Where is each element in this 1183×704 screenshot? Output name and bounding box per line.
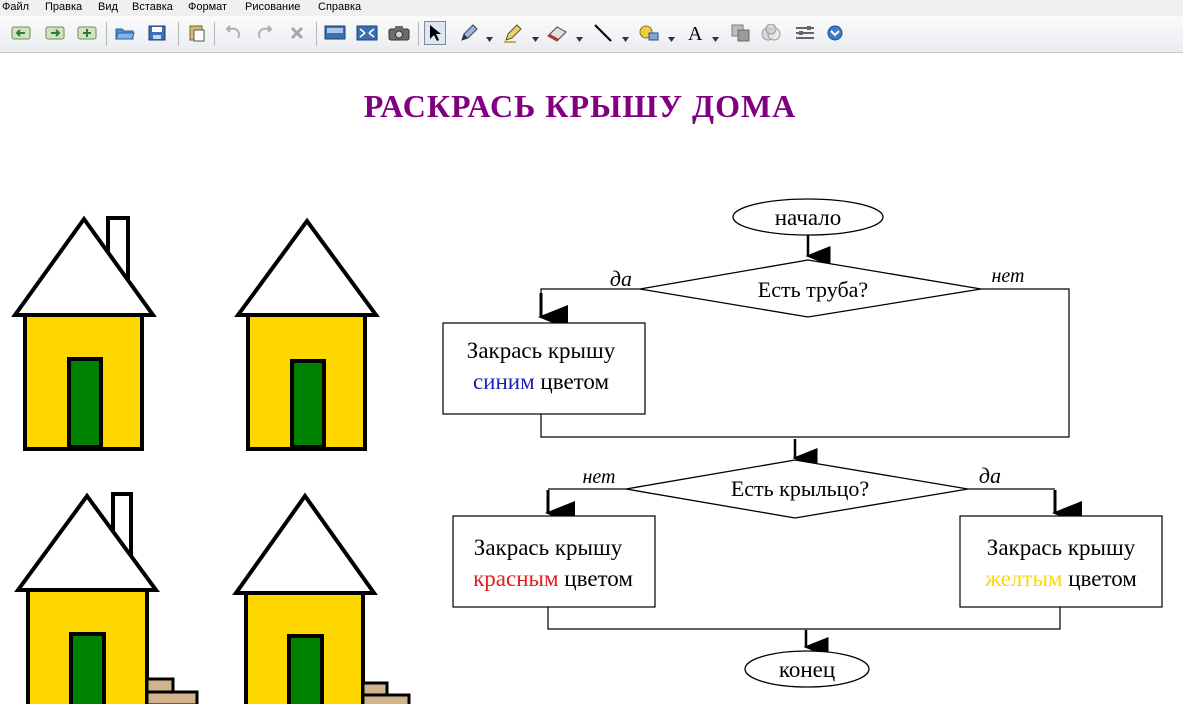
redo-icon[interactable] bbox=[254, 21, 276, 45]
house-plain bbox=[234, 217, 380, 451]
menu-help[interactable]: Справка bbox=[318, 1, 361, 13]
screen-shade-icon[interactable] bbox=[324, 21, 346, 45]
menu-file[interactable]: Файл bbox=[2, 1, 29, 13]
color-word-yellow: желтым bbox=[984, 566, 1063, 591]
decision-porch-label: Есть крыльцо? bbox=[731, 476, 869, 501]
line-icon[interactable] bbox=[592, 21, 614, 45]
house-with-chimney-and-porch bbox=[14, 492, 199, 704]
color-word-rest: цветом bbox=[559, 566, 634, 591]
properties-icon[interactable] bbox=[794, 21, 816, 45]
highlighter-icon[interactable] bbox=[502, 21, 524, 45]
house-with-chimney bbox=[11, 215, 157, 451]
add-page-icon[interactable] bbox=[76, 21, 98, 45]
decision-chimney-yes-label: да bbox=[610, 266, 632, 291]
pen-icon[interactable] bbox=[458, 21, 480, 45]
action-yellow-line2: желтым цветом bbox=[984, 566, 1137, 591]
menu-bar: Файл Правка Вид Вставка Формат Рисование… bbox=[0, 0, 1183, 16]
action-blue-line1: Закрась крышу bbox=[467, 338, 616, 363]
capture-icon[interactable] bbox=[388, 21, 410, 45]
menu-drawing[interactable]: Рисование bbox=[245, 1, 300, 13]
toolbar: A bbox=[0, 16, 1183, 53]
action-blue-line2: синим цветом bbox=[473, 369, 610, 394]
open-icon[interactable] bbox=[114, 21, 136, 45]
color-word-rest: цветом bbox=[535, 369, 610, 394]
color-word-red: красным bbox=[473, 566, 559, 591]
back-page-icon[interactable] bbox=[10, 21, 32, 45]
text-icon[interactable]: A bbox=[684, 21, 706, 45]
decision-chimney-no-label: нет bbox=[992, 265, 1025, 287]
action-red bbox=[452, 515, 656, 608]
decision-porch-no-label: нет bbox=[583, 466, 616, 488]
eraser-icon[interactable] bbox=[546, 21, 568, 45]
delete-icon[interactable] bbox=[286, 21, 308, 45]
forward-page-icon[interactable] bbox=[44, 21, 66, 45]
end-label: конец bbox=[779, 657, 835, 682]
full-screen-icon[interactable] bbox=[356, 21, 378, 45]
action-yellow-line1: Закрась крышу bbox=[987, 535, 1136, 560]
more-icon[interactable] bbox=[824, 21, 846, 45]
fill-icon[interactable] bbox=[638, 21, 660, 45]
menu-format[interactable]: Формат bbox=[188, 1, 227, 13]
menu-insert[interactable]: Вставка bbox=[132, 1, 173, 13]
start-label: начало bbox=[775, 205, 842, 230]
decision-porch-yes-label: да bbox=[979, 463, 1001, 488]
undo-icon[interactable] bbox=[222, 21, 244, 45]
menu-view[interactable]: Вид bbox=[98, 1, 118, 13]
save-icon[interactable] bbox=[146, 21, 168, 45]
house-with-porch bbox=[232, 492, 411, 704]
action-yellow bbox=[959, 515, 1163, 608]
houses-illustration bbox=[11, 215, 411, 704]
shapes-icon[interactable] bbox=[730, 21, 752, 45]
flowchart: начало Есть труба? да нет Закрась крышу … bbox=[442, 198, 1163, 688]
menu-edit[interactable]: Правка bbox=[45, 1, 82, 13]
transparency-icon[interactable] bbox=[760, 21, 782, 45]
paste-icon[interactable] bbox=[186, 21, 208, 45]
color-word-blue: синим bbox=[473, 369, 535, 394]
decision-chimney-label: Есть труба? bbox=[758, 277, 868, 302]
svg-text:A: A bbox=[688, 23, 703, 43]
action-red-line1: Закрась крышу bbox=[474, 535, 623, 560]
action-red-line2: красным цветом bbox=[473, 566, 633, 591]
select-icon[interactable] bbox=[424, 21, 446, 45]
slide-canvas: РАСКРАСЬ КРЫШУ ДОМА начало Есть труба? д… bbox=[0, 53, 1183, 704]
color-word-rest: цветом bbox=[1062, 566, 1137, 591]
